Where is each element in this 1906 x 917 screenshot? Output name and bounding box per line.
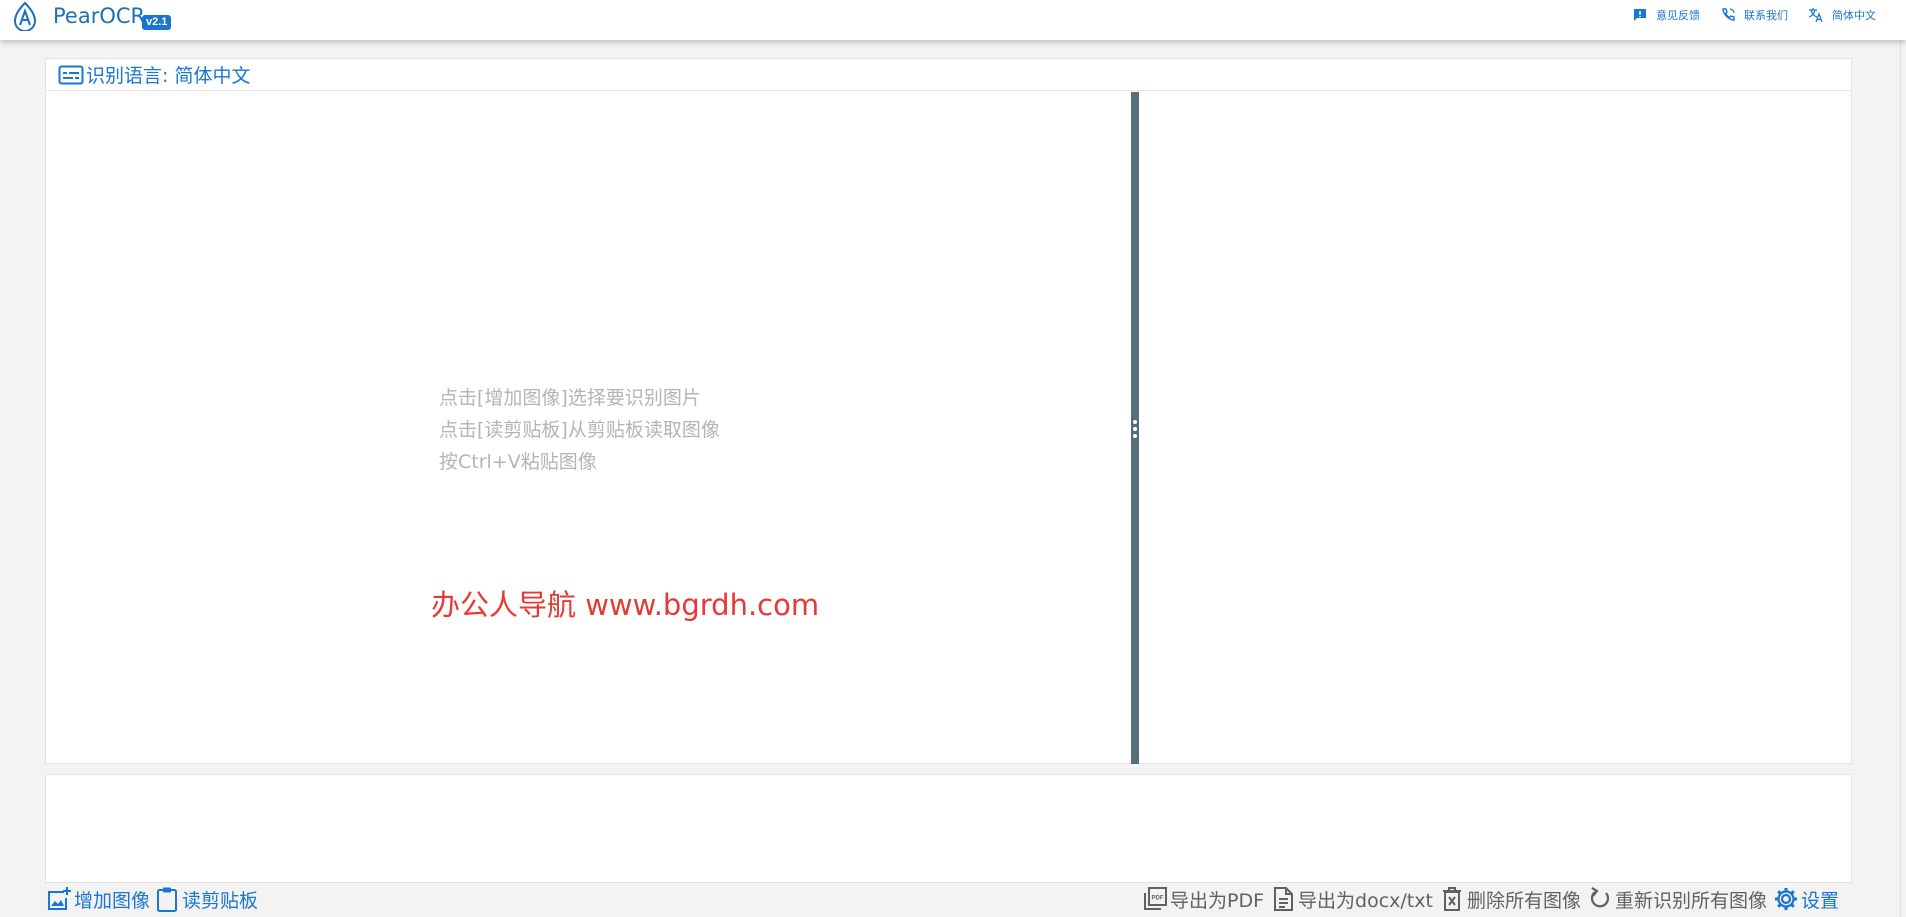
export-docx-button[interactable]: 导出为docx/txt: [1270, 886, 1433, 913]
rerecognize-all-label: 重新识别所有图像: [1614, 889, 1767, 912]
add-image-button[interactable]: 增加图像: [46, 886, 150, 913]
feedback-label: 意见反馈: [1656, 9, 1700, 22]
delete-icon: [1442, 887, 1461, 911]
toolbar-left: 增加图像 读剪贴板: [46, 884, 258, 914]
recognition-language-label: 识别语言: 简体中文: [86, 65, 251, 87]
subtitles-icon: [58, 65, 84, 84]
feedback-icon: [1634, 9, 1646, 21]
document-icon: [1274, 887, 1294, 911]
recognition-language-selector[interactable]: 识别语言: 简体中文: [46, 59, 1851, 91]
read-clipboard-button[interactable]: 读剪贴板: [154, 886, 258, 913]
language-switch[interactable]: 简体中文: [1808, 6, 1876, 24]
image-drop-area[interactable]: 点击[增加图像]选择要识别图片 点击[读剪贴板]从剪贴板读取图像 按Ctrl+V…: [46, 92, 1131, 764]
translate-icon: [1808, 8, 1823, 23]
gear-icon: [1774, 888, 1797, 910]
language-label: 简体中文: [1832, 9, 1876, 22]
add-photo-icon: [48, 887, 71, 910]
export-docx-label: 导出为docx/txt: [1298, 889, 1433, 912]
app-logo-icon: [13, 1, 37, 31]
vertical-scrollbar[interactable]: [1900, 40, 1906, 917]
contact-label: 联系我们: [1744, 9, 1788, 22]
version-badge: v2.1: [142, 15, 172, 30]
export-pdf-button[interactable]: PDF 导出为PDF: [1142, 886, 1264, 913]
hint-add-image: 点击[增加图像]选择要识别图片: [439, 387, 701, 409]
result-text-area[interactable]: [1139, 92, 1852, 764]
pane-resize-handle[interactable]: [1131, 92, 1139, 764]
main-panel: 识别语言: 简体中文 点击[增加图像]选择要识别图片 点击[读剪贴板]从剪贴板读…: [45, 58, 1852, 764]
toolbar-right: PDF 导出为PDF 导出为docx/txt 删除所有图像 重新识别所有图像 设…: [1142, 884, 1839, 914]
clipboard-icon: [157, 887, 178, 912]
phone-icon: [1722, 8, 1735, 21]
hints: 点击[增加图像]选择要识别图片 点击[读剪贴板]从剪贴板读取图像 按Ctrl+V…: [439, 382, 720, 478]
delete-all-label: 删除所有图像: [1466, 889, 1581, 912]
pdf-icon: PDF: [1144, 887, 1167, 910]
hint-paste: 按Ctrl+V粘贴图像: [439, 451, 597, 473]
read-clipboard-label: 读剪贴板: [182, 889, 259, 912]
app-title: PearOCR: [53, 4, 146, 28]
refresh-icon: [1590, 887, 1609, 908]
settings-button[interactable]: 设置: [1773, 886, 1839, 913]
app-header: PearOCR v2.1 意见反馈 联系我们 简体中文: [0, 0, 1906, 40]
rerecognize-all-button[interactable]: 重新识别所有图像: [1587, 886, 1767, 913]
export-pdf-label: 导出为PDF: [1170, 889, 1265, 912]
drag-handle-icon: [1133, 420, 1137, 438]
settings-label: 设置: [1800, 889, 1839, 912]
add-image-label: 增加图像: [74, 889, 151, 912]
contact-link[interactable]: 联系我们: [1720, 6, 1788, 24]
thumbnail-strip[interactable]: [45, 774, 1852, 883]
delete-all-button[interactable]: 删除所有图像: [1439, 886, 1581, 913]
watermark-text: 办公人导航 www.bgrdh.com: [431, 588, 820, 622]
svg-text:PDF: PDF: [1152, 896, 1164, 902]
feedback-link[interactable]: 意见反馈: [1632, 6, 1700, 24]
hint-read-clipboard: 点击[读剪贴板]从剪贴板读取图像: [439, 419, 720, 441]
